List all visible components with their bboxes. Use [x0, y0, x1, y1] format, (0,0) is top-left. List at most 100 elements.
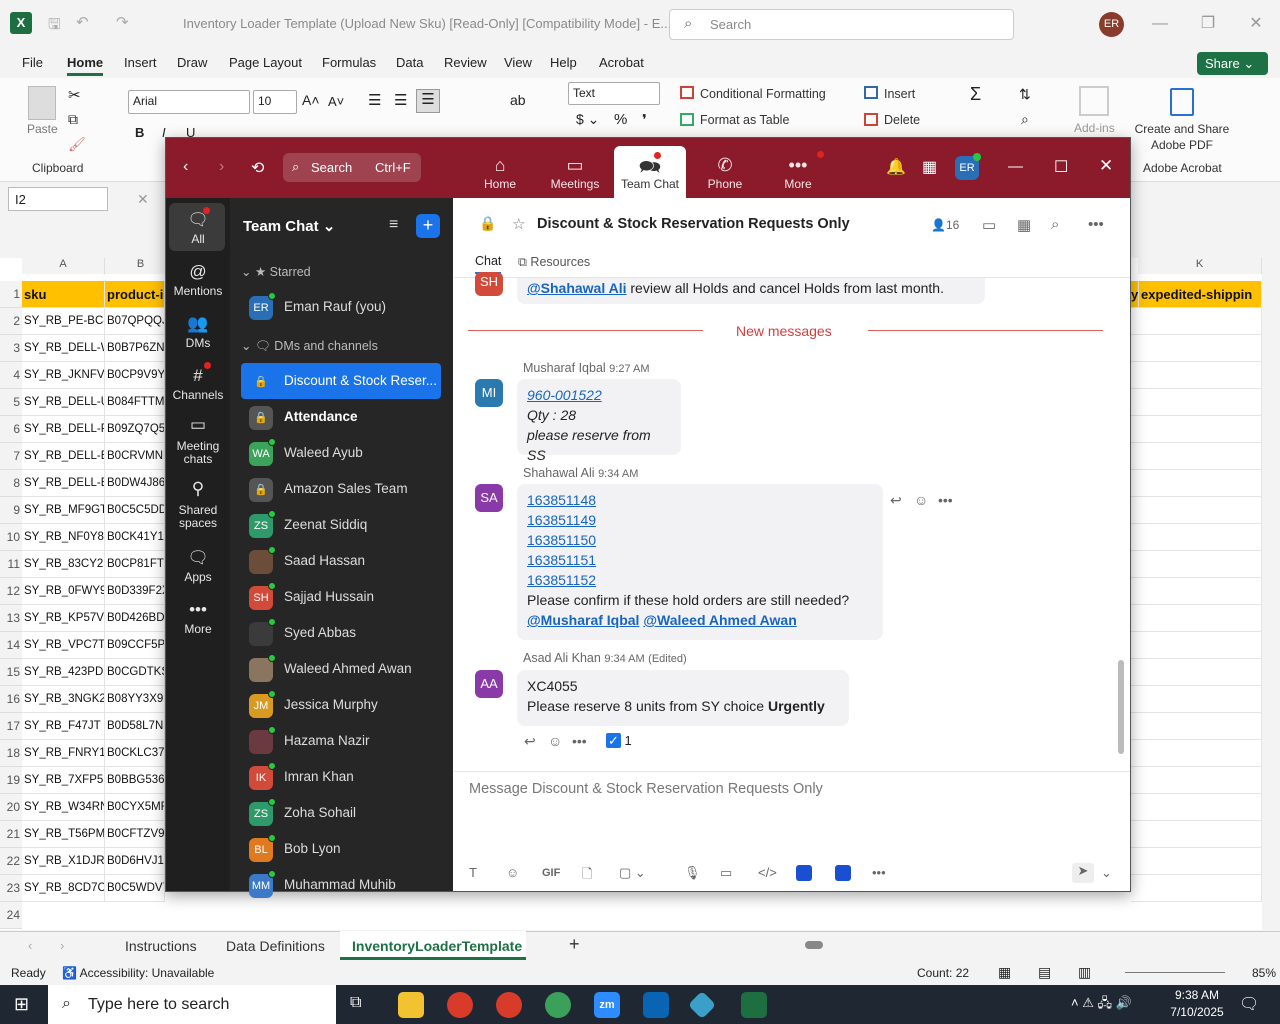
prev-mention[interactable]: @Shahawal Ali: [527, 280, 627, 296]
sheet-tab-instructions[interactable]: Instructions: [125, 938, 197, 954]
video-message-icon[interactable]: ▭: [720, 865, 732, 881]
column-header-a[interactable]: A: [22, 258, 105, 274]
reply-icon[interactable]: ↩: [524, 733, 536, 750]
menu-review[interactable]: Review: [444, 55, 487, 70]
expedited-shipping-cell[interactable]: [1131, 848, 1262, 875]
cancel-formula-icon[interactable]: ✕: [137, 191, 149, 208]
row-header[interactable]: 13: [0, 605, 22, 632]
row-header[interactable]: 2: [0, 308, 22, 335]
expedited-shipping-cell[interactable]: [1131, 632, 1262, 659]
chat-list-item[interactable]: MM Muhammad Muhib: [230, 867, 453, 903]
comma-icon[interactable]: ❜: [642, 111, 647, 129]
chat-list-item[interactable]: JM Jessica Murphy: [230, 687, 453, 723]
screenshot-icon[interactable]: ▢ ⌄: [619, 865, 646, 881]
menu-acrobat[interactable]: Acrobat: [599, 55, 644, 70]
expedited-shipping-cell[interactable]: [1131, 416, 1262, 443]
expedited-shipping-cell[interactable]: [1131, 740, 1262, 767]
sku-cell[interactable]: SY_RB_F47JT: [22, 713, 105, 740]
product-id-cell[interactable]: B0C5C5DDN: [105, 497, 165, 524]
row-header[interactable]: 5: [0, 389, 22, 416]
sku-cell[interactable]: SY_RB_DELL-WI: [22, 335, 105, 362]
close-icon[interactable]: ✕: [1241, 10, 1271, 38]
product-id-cell[interactable]: B0CP9V9YS: [105, 362, 165, 389]
product-id-cell[interactable]: B0CGDTKS5: [105, 659, 165, 686]
expedited-shipping-cell[interactable]: [1131, 524, 1262, 551]
zoom-close-icon[interactable]: ✕: [1099, 156, 1113, 176]
forward-icon[interactable]: ›: [219, 158, 224, 176]
next-sheet-icon[interactable]: ›: [60, 938, 64, 953]
chat-list-item[interactable]: Saad Hassan: [230, 543, 453, 579]
product-id-cell[interactable]: B0DW4J869: [105, 470, 165, 497]
row-header[interactable]: 6: [0, 416, 22, 443]
expedited-shipping-cell[interactable]: [1131, 767, 1262, 794]
sku-cell[interactable]: SY_RB_DELL-E2: [22, 470, 105, 497]
zoom-search[interactable]: Search Ctrl+F: [283, 153, 421, 182]
autosum-icon[interactable]: Σ: [970, 84, 981, 105]
chat-list-item[interactable]: 🔒 Attendance: [230, 399, 453, 435]
message-link[interactable]: 960-001522: [527, 385, 671, 405]
order-link[interactable]: 163851152: [527, 570, 873, 590]
chrome-second-profile-icon[interactable]: [545, 992, 571, 1018]
sku-cell[interactable]: SY_RB_X1DJR: [22, 848, 105, 875]
delete-cells-button[interactable]: Delete: [884, 113, 920, 127]
tab-meetings[interactable]: ▭ Meetings: [539, 138, 611, 198]
expedited-shipping-cell[interactable]: [1131, 308, 1262, 335]
header-cell-sku[interactable]: sku: [22, 281, 105, 308]
new-chat-button[interactable]: +: [416, 214, 440, 238]
mention[interactable]: @Musharaf Iqbal: [527, 612, 639, 628]
product-id-cell[interactable]: B0C5WDV7: [105, 875, 165, 902]
message-more-icon[interactable]: •••: [938, 492, 953, 508]
notifications-icon[interactable]: 🗨: [1239, 994, 1259, 1014]
row-header[interactable]: 15: [0, 659, 22, 686]
chat-list-item[interactable]: SH Sajjad Hussain: [230, 579, 453, 615]
format-painter-icon[interactable]: 🖌: [68, 136, 86, 153]
task-view-icon[interactable]: ⧉: [350, 994, 361, 1012]
create-share-pdf-button[interactable]: Create and Share Adobe PDF: [1132, 121, 1232, 153]
message-sender[interactable]: Shahawal Ali 9:34 AM: [523, 466, 638, 480]
row-header[interactable]: 12: [0, 578, 22, 605]
product-id-cell[interactable]: B09ZQ7Q5G: [105, 416, 165, 443]
order-link[interactable]: 163851148: [527, 490, 873, 510]
row-header[interactable]: 4: [0, 362, 22, 389]
composer-more-icon[interactable]: •••: [872, 865, 886, 880]
header-cell-expedited-shipping[interactable]: expedited-shippin: [1139, 281, 1262, 308]
row-header[interactable]: 9: [0, 497, 22, 524]
gif-icon[interactable]: GIF: [542, 867, 560, 879]
menu-page-layout[interactable]: Page Layout: [229, 55, 302, 70]
app-icon[interactable]: [796, 865, 812, 881]
paste-label[interactable]: Paste: [27, 122, 58, 136]
history-icon[interactable]: ⟲: [251, 158, 264, 178]
text-format-icon[interactable]: T: [469, 865, 477, 880]
rail-channels[interactable]: # Channels: [166, 366, 230, 402]
filter-icon[interactable]: ≡: [389, 216, 398, 234]
zoom-app-icon[interactable]: zm: [594, 992, 620, 1018]
menu-file[interactable]: File: [22, 55, 43, 70]
menu-help[interactable]: Help: [550, 55, 577, 70]
message-sender[interactable]: Musharaf Iqbal 9:27 AM: [523, 361, 650, 375]
expedited-shipping-cell[interactable]: [1131, 659, 1262, 686]
rail-shared-spaces[interactable]: ⚲ Shared spaces: [166, 480, 230, 530]
row-header[interactable]: 24: [0, 902, 22, 929]
shrink-font-icon[interactable]: A˅: [328, 94, 344, 109]
excel-taskbar-icon[interactable]: [741, 992, 767, 1018]
expedited-shipping-cell[interactable]: [1131, 794, 1262, 821]
product-id-cell[interactable]: B0CP81FTJX: [105, 551, 165, 578]
chat-list-item[interactable]: 🔒 Amazon Sales Team: [230, 471, 453, 507]
row-header[interactable]: 19: [0, 767, 22, 794]
tab-chat[interactable]: Chat: [475, 254, 502, 274]
reply-icon[interactable]: ↩: [890, 492, 902, 509]
conditional-formatting-button[interactable]: Conditional Formatting: [700, 87, 826, 101]
chat-list-item[interactable]: Hazama Nazir: [230, 723, 453, 759]
prev-sheet-icon[interactable]: ‹: [28, 938, 32, 953]
chat-list-item[interactable]: Syed Abbas: [230, 615, 453, 651]
chat-list-item[interactable]: Waleed Ahmed Awan: [230, 651, 453, 687]
sku-cell[interactable]: SY_RB_7XFP5: [22, 767, 105, 794]
add-reaction-icon[interactable]: ☺: [914, 492, 928, 508]
message-input[interactable]: Message Discount & Stock Reservation Req…: [469, 781, 823, 797]
order-link[interactable]: 163851149: [527, 510, 873, 530]
expedited-shipping-cell[interactable]: [1131, 713, 1262, 740]
row-header[interactable]: 16: [0, 686, 22, 713]
row-header[interactable]: 10: [0, 524, 22, 551]
menu-formulas[interactable]: Formulas: [322, 55, 376, 70]
tab-more[interactable]: ••• More: [762, 138, 834, 198]
